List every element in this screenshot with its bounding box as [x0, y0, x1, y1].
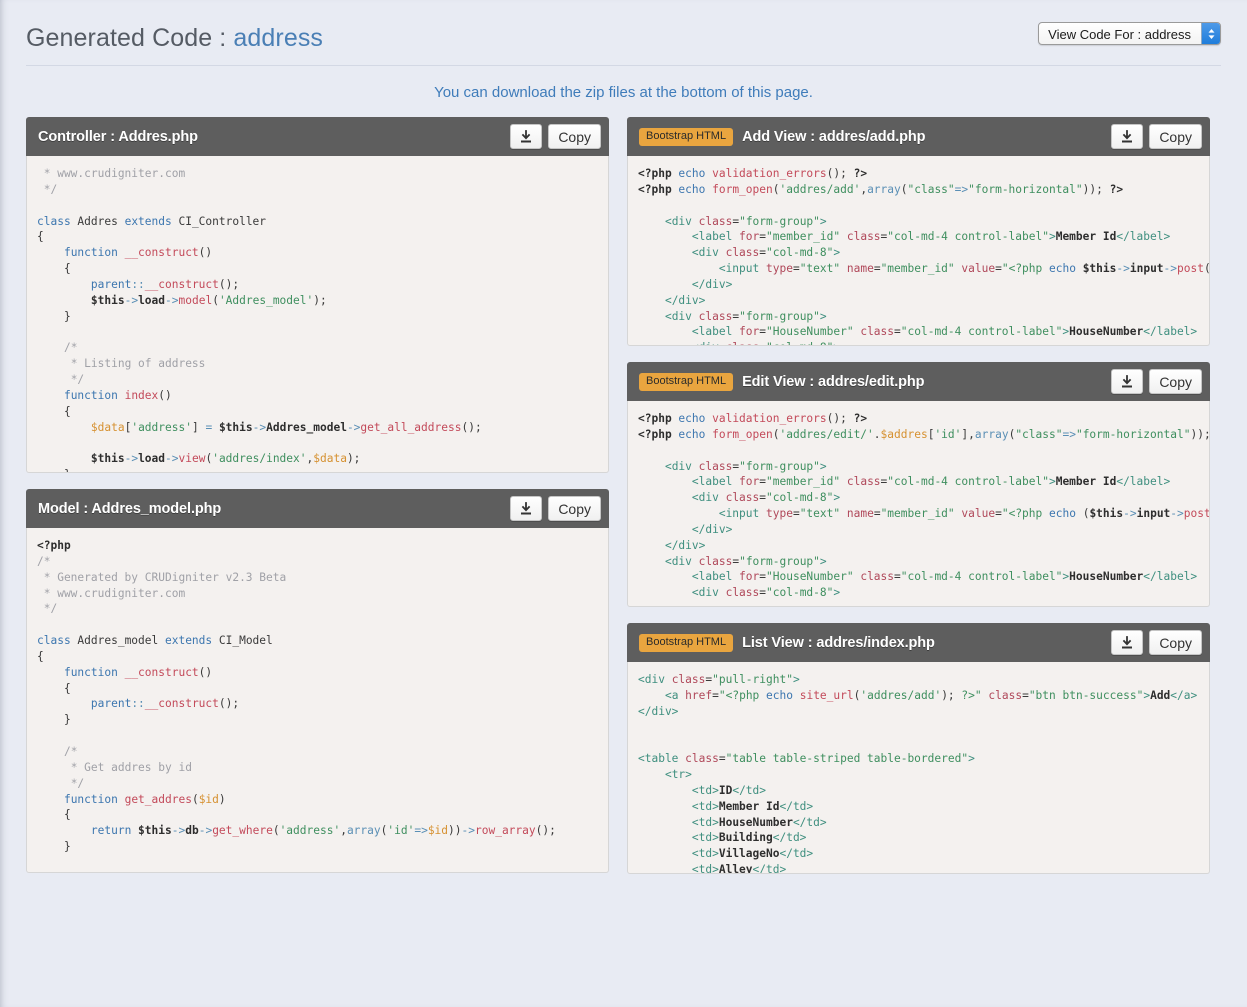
- panel-add-view: Bootstrap HTML Add View : addres/add.php: [627, 117, 1210, 346]
- panel-model-header: Model : Addres_model.php Copy: [26, 489, 609, 528]
- download-icon: [1120, 130, 1134, 144]
- panel-edit-view-title: Edit View : addres/edit.php: [742, 374, 924, 390]
- bootstrap-html-badge: Bootstrap HTML: [639, 373, 733, 391]
- view-code-select-wrap: View Code For : address: [1038, 18, 1221, 45]
- panel-list-view-title: List View : addres/index.php: [742, 635, 935, 651]
- panel-columns: Controller : Addres.php Copy: [0, 117, 1247, 890]
- download-button[interactable]: [1111, 369, 1143, 394]
- panel-edit-view-actions: Copy: [1111, 369, 1202, 394]
- page-title-static: Generated Code :: [26, 24, 233, 52]
- page-header: Generated Code : address View Code For :…: [0, 0, 1247, 53]
- panel-add-view-actions: Copy: [1111, 124, 1202, 149]
- copy-button[interactable]: Copy: [1149, 630, 1202, 655]
- copy-button[interactable]: Copy: [1149, 124, 1202, 149]
- download-button[interactable]: [1111, 630, 1143, 655]
- panel-model-title: Model : Addres_model.php: [38, 501, 221, 517]
- code-list-view[interactable]: <div class="pull-right"> <a href="<?php …: [638, 672, 1209, 874]
- panel-list-view-actions: Copy: [1111, 630, 1202, 655]
- download-icon: [519, 130, 533, 144]
- panel-controller-body: * www.crudigniter.com */ class Addres ex…: [26, 156, 609, 473]
- panel-controller-title: Controller : Addres.php: [38, 129, 198, 145]
- panel-add-view-body: <?php echo validation_errors(); ?> <?php…: [627, 156, 1210, 346]
- panel-list-view-header: Bootstrap HTML List View : addres/index.…: [627, 623, 1210, 662]
- page-title-accent: address: [233, 24, 323, 52]
- bootstrap-html-badge: Bootstrap HTML: [639, 634, 733, 652]
- download-icon: [1120, 375, 1134, 389]
- panel-add-view-header: Bootstrap HTML Add View : addres/add.php: [627, 117, 1210, 156]
- panel-controller-header: Controller : Addres.php Copy: [26, 117, 609, 156]
- code-edit-view[interactable]: <?php echo validation_errors(); ?> <?php…: [638, 411, 1209, 601]
- panel-model: Model : Addres_model.php Copy: [26, 489, 609, 873]
- view-code-select-value: View Code For : address: [1039, 23, 1201, 44]
- chevron-updown-icon[interactable]: [1201, 23, 1220, 44]
- panel-edit-view-header: Bootstrap HTML Edit View : addres/edit.p…: [627, 362, 1210, 401]
- download-button[interactable]: [1111, 124, 1143, 149]
- download-notice: You can download the zip files at the bo…: [0, 66, 1247, 117]
- bootstrap-html-badge: Bootstrap HTML: [639, 128, 733, 146]
- download-button[interactable]: [510, 124, 542, 149]
- panel-edit-view-body: <?php echo validation_errors(); ?> <?php…: [627, 401, 1210, 607]
- panel-add-view-title: Add View : addres/add.php: [742, 129, 925, 145]
- panel-model-body: <?php /* * Generated by CRUDigniter v2.3…: [26, 528, 609, 873]
- code-controller[interactable]: * www.crudigniter.com */ class Addres ex…: [37, 166, 608, 473]
- panel-list-view: Bootstrap HTML List View : addres/index.…: [627, 623, 1210, 874]
- panel-controller: Controller : Addres.php Copy: [26, 117, 609, 473]
- copy-button[interactable]: Copy: [548, 124, 601, 149]
- panel-list-view-body: <div class="pull-right"> <a href="<?php …: [627, 662, 1210, 874]
- code-add-view[interactable]: <?php echo validation_errors(); ?> <?php…: [638, 166, 1209, 346]
- panel-model-actions: Copy: [510, 496, 601, 521]
- copy-button[interactable]: Copy: [1149, 369, 1202, 394]
- view-code-select[interactable]: View Code For : address: [1038, 22, 1221, 45]
- download-icon: [519, 502, 533, 516]
- page-title: Generated Code : address: [26, 18, 323, 53]
- panel-controller-actions: Copy: [510, 124, 601, 149]
- code-model[interactable]: <?php /* * Generated by CRUDigniter v2.3…: [37, 538, 608, 855]
- download-button[interactable]: [510, 496, 542, 521]
- left-column: Controller : Addres.php Copy: [26, 117, 609, 889]
- right-column: Bootstrap HTML Add View : addres/add.php: [627, 117, 1210, 890]
- generated-code-page: Generated Code : address View Code For :…: [0, 0, 1247, 1007]
- panel-edit-view: Bootstrap HTML Edit View : addres/edit.p…: [627, 362, 1210, 607]
- download-icon: [1120, 636, 1134, 650]
- copy-button[interactable]: Copy: [548, 496, 601, 521]
